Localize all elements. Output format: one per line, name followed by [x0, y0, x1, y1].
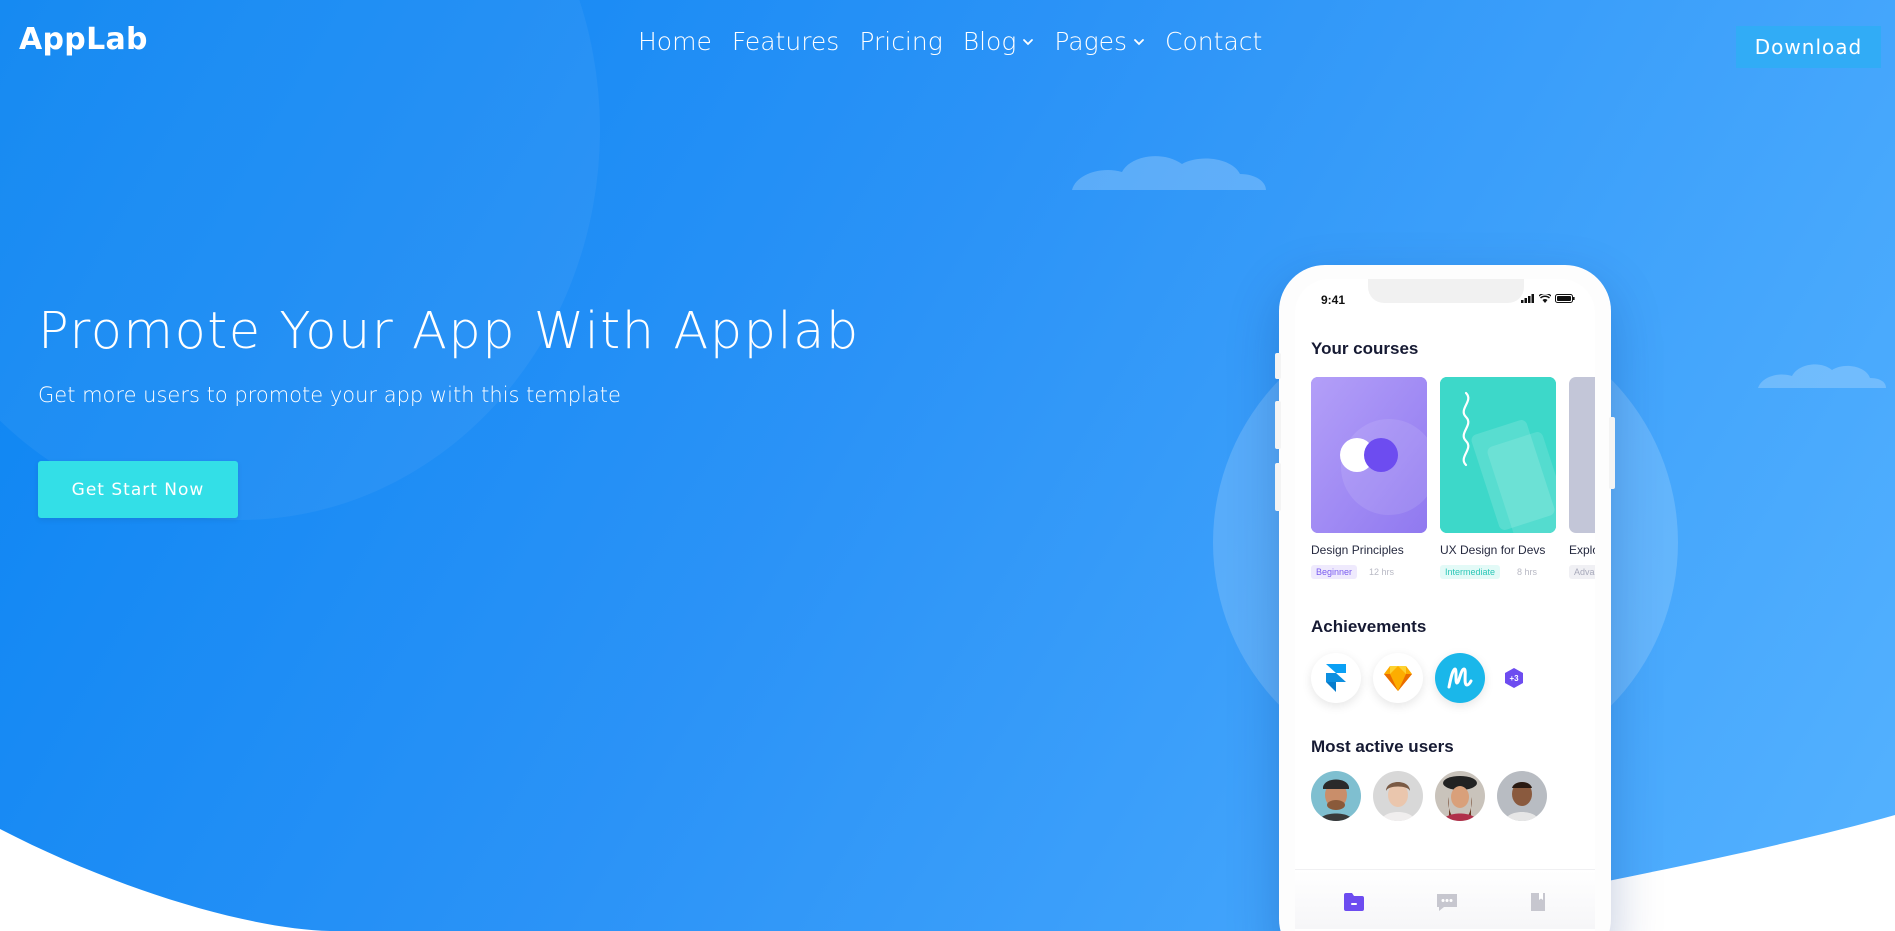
nav-item-contact[interactable]: Contact	[1155, 27, 1272, 56]
course-card-ux-design[interactable]	[1440, 377, 1556, 533]
course-hours: 12 hrs	[1369, 567, 1395, 577]
user-photo	[1435, 771, 1485, 821]
bookmark-icon[interactable]	[1529, 892, 1547, 912]
level-badge: Advan	[1569, 565, 1595, 579]
user-photo	[1497, 771, 1547, 821]
course-card-explore[interactable]	[1569, 377, 1595, 533]
phone-screen: 9:41 Your courses Design Principles UX D…	[1295, 279, 1595, 931]
nav-item-label: Contact	[1165, 27, 1263, 56]
framer-icon	[1326, 664, 1346, 692]
user-photo	[1311, 771, 1361, 821]
active-users-title: Most active users	[1311, 737, 1454, 756]
phone-side-button	[1275, 353, 1281, 379]
achievements-title: Achievements	[1311, 617, 1427, 636]
wifi-icon	[1539, 294, 1551, 303]
achievement-badge[interactable]	[1311, 653, 1361, 703]
nav-item-label: Pricing	[859, 27, 943, 56]
download-button[interactable]: Download	[1736, 26, 1881, 68]
hero-subtitle: Get more users to promote your app with …	[38, 383, 621, 407]
phone-mockup: 9:41 Your courses Design Principles UX D…	[1275, 265, 1615, 931]
nav-item-label: Home	[638, 27, 712, 56]
sketch-icon	[1384, 665, 1412, 691]
course-hours: 8 hrs	[1517, 567, 1538, 577]
chevron-down-icon	[1134, 38, 1144, 45]
status-icons	[1521, 294, 1575, 303]
hero-section: AppLab Home Features Pricing Blog Pages …	[0, 0, 1895, 931]
status-time: 9:41	[1321, 293, 1346, 307]
hero-title: Promote Your App With Applab	[38, 302, 860, 361]
battery-icon	[1555, 294, 1575, 303]
avatar[interactable]	[1311, 771, 1361, 821]
nav-item-label: Blog	[962, 27, 1017, 56]
nav-item-label: Pages	[1054, 27, 1128, 56]
chevron-down-icon	[1023, 38, 1034, 45]
folder-icon[interactable]	[1343, 892, 1365, 912]
user-photo	[1373, 771, 1423, 821]
get-started-button[interactable]: Get Start Now	[38, 461, 238, 518]
course-name: UX Design for Devs	[1440, 543, 1546, 557]
courses-title: Your courses	[1311, 339, 1419, 358]
achievement-badge[interactable]	[1435, 653, 1485, 703]
nav-item-pricing[interactable]: Pricing	[849, 27, 952, 56]
course-illustration	[1440, 377, 1556, 533]
achievement-badge[interactable]	[1373, 653, 1423, 703]
level-badge: Intermediate	[1440, 565, 1501, 579]
phone-side-button	[1275, 401, 1281, 449]
nav-item-features[interactable]: Features	[722, 27, 850, 56]
phone-notch	[1368, 279, 1524, 303]
site-logo[interactable]: AppLab	[19, 22, 148, 57]
level-badge: Beginner	[1311, 565, 1358, 579]
main-nav: Home Features Pricing Blog Pages Contact	[628, 27, 1272, 56]
course-illustration	[1311, 377, 1427, 533]
nav-item-label: Features	[731, 27, 840, 56]
course-name: Explor	[1569, 543, 1595, 557]
avatar[interactable]	[1497, 771, 1547, 821]
avatar[interactable]	[1373, 771, 1423, 821]
background-bubble	[0, 0, 600, 520]
nav-item-blog[interactable]: Blog	[953, 27, 1045, 56]
nav-item-pages[interactable]: Pages	[1044, 27, 1155, 56]
app-tab-bar	[1295, 869, 1595, 929]
signal-icon	[1521, 294, 1534, 303]
phone-side-button	[1609, 417, 1615, 489]
avatar[interactable]	[1435, 771, 1485, 821]
more-achievements-count: +3	[1509, 673, 1519, 683]
course-card-design-principles[interactable]	[1311, 377, 1427, 533]
cloud-decoration	[1758, 364, 1886, 388]
marvel-icon	[1447, 667, 1473, 689]
course-name: Design Principles	[1311, 543, 1404, 557]
nav-item-home[interactable]: Home	[628, 27, 722, 56]
more-achievements-badge[interactable]: +3	[1503, 667, 1525, 689]
chat-icon[interactable]	[1435, 892, 1459, 912]
cloud-decoration	[1072, 156, 1266, 190]
phone-side-button	[1275, 463, 1281, 511]
